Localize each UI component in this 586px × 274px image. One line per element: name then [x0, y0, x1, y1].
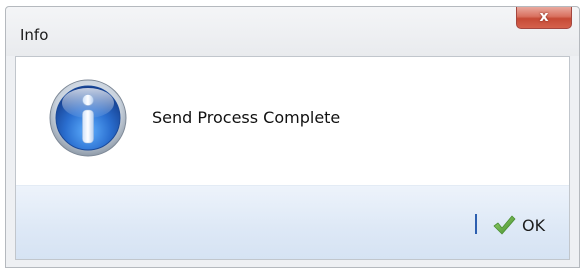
info-icon: [49, 79, 127, 157]
close-button[interactable]: x: [516, 7, 572, 29]
dialog-content: Send Process Complete OK: [15, 56, 570, 260]
checkmark-icon: [493, 215, 516, 235]
dialog-message: Send Process Complete: [152, 108, 341, 127]
ok-button-label: OK: [522, 215, 546, 235]
window-title: Info: [20, 26, 49, 44]
info-dialog-window: Info x Send Process Complete OK: [5, 6, 580, 268]
button-separator: [475, 214, 477, 234]
dialog-footer: OK: [16, 185, 569, 259]
title-bar[interactable]: Info x: [6, 7, 579, 56]
close-icon: x: [539, 9, 549, 25]
ok-button[interactable]: OK: [492, 213, 545, 237]
